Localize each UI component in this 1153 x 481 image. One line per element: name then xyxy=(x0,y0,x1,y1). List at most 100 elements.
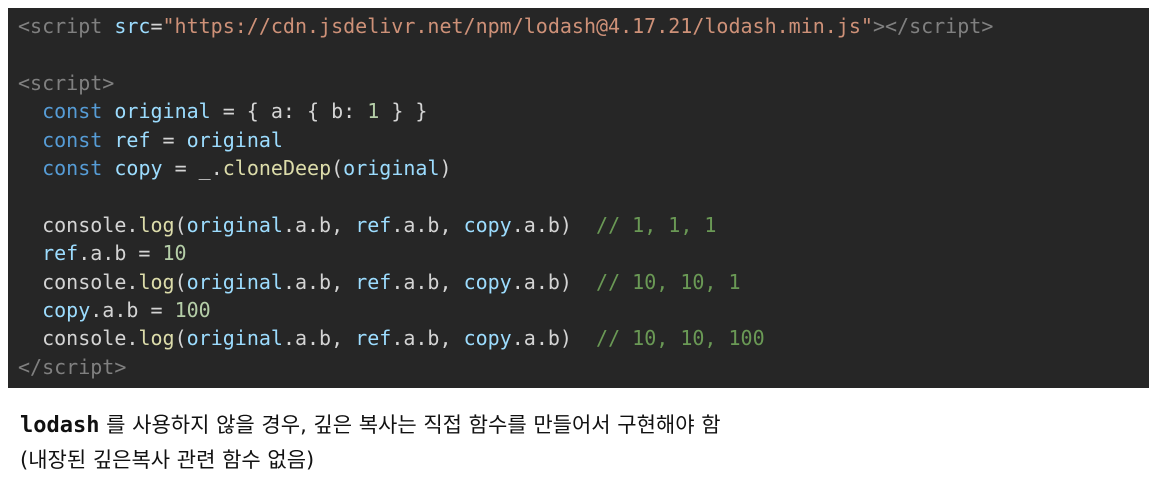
variable: copy xyxy=(463,269,512,294)
comment: // 10, 10, 1 xyxy=(596,269,741,294)
tag-name: script xyxy=(30,70,103,95)
variable: original xyxy=(186,269,283,294)
tag-name: script xyxy=(909,14,982,38)
caption-line-2: (내장된 깊은복사 관련 함수 없음) xyxy=(20,448,315,472)
keyword: const xyxy=(42,155,103,180)
variable: original xyxy=(186,127,283,152)
code-line-6: const copy = _.cloneDeep(original) xyxy=(18,154,1149,182)
code-line-12: console.log(original.a.b, ref.a.b, copy.… xyxy=(18,324,1149,352)
number: 10 xyxy=(162,241,187,266)
function-name: cloneDeep xyxy=(222,155,332,180)
comment: // 10, 10, 100 xyxy=(596,326,765,351)
tag-bracket: < xyxy=(18,14,31,38)
variable: copy xyxy=(463,326,512,351)
variable: original xyxy=(186,212,283,237)
variable: ref xyxy=(355,212,392,237)
variable: copy xyxy=(114,155,163,180)
code-text: .a.b, xyxy=(282,269,356,294)
code-text: .a.b) xyxy=(511,212,572,237)
variable: copy xyxy=(42,297,91,322)
code-text: = { a: { b: xyxy=(210,99,368,124)
code-text: = _. xyxy=(162,155,223,180)
code-text: .a.b, xyxy=(391,326,464,351)
function-name: log xyxy=(138,326,175,351)
variable: original xyxy=(186,326,283,351)
comment: // 1, 1, 1 xyxy=(596,212,717,237)
code-line-13: </script> xyxy=(18,353,1149,381)
variable: original xyxy=(343,155,440,180)
keyword: const xyxy=(42,99,103,124)
caption-code-word: lodash xyxy=(20,413,100,438)
caption: lodash 를 사용하지 않을 경우, 깊은 복사는 직접 함수를 만들어서 … xyxy=(20,408,721,477)
object-name: console xyxy=(42,326,127,351)
variable: original xyxy=(114,99,211,124)
object-name: console xyxy=(42,269,127,294)
code-line-3: <script> xyxy=(18,69,1149,97)
caption-line-1: lodash 를 사용하지 않을 경우, 깊은 복사는 직접 함수를 만들어서 … xyxy=(20,408,721,443)
variable: copy xyxy=(463,212,512,237)
code-line-1: <script src="https://cdn.jsdelivr.net/np… xyxy=(18,12,1149,40)
paren: ( xyxy=(174,326,187,351)
variable: ref xyxy=(355,269,392,294)
code-line-10: console.log(original.a.b, ref.a.b, copy.… xyxy=(18,268,1149,296)
code-line-9: ref.a.b = 10 xyxy=(18,239,1149,267)
code-text: = xyxy=(150,127,187,152)
object-name: console xyxy=(42,212,127,237)
dot: . xyxy=(126,212,139,237)
tag-name: script xyxy=(42,354,115,379)
caption-text: 를 사용하지 않을 경우, 깊은 복사는 직접 함수를 만들어서 구현해야 함 xyxy=(99,413,721,437)
paren: ) xyxy=(439,155,452,180)
paren: ( xyxy=(174,269,187,294)
dot: . xyxy=(126,269,139,294)
code-text: .a.b = xyxy=(78,241,163,266)
page: <script src="https://cdn.jsdelivr.net/np… xyxy=(0,0,1153,481)
attr-equals: = xyxy=(150,14,163,38)
code-text: .a.b, xyxy=(391,212,464,237)
code-line-4: const original = { a: { b: 1 } } xyxy=(18,97,1149,125)
tag-bracket: </ xyxy=(18,354,43,379)
keyword: const xyxy=(42,127,103,152)
variable: ref xyxy=(42,241,79,266)
code-block: <script src="https://cdn.jsdelivr.net/np… xyxy=(8,8,1149,388)
tag-bracket: ></ xyxy=(872,14,910,38)
tag-bracket: > xyxy=(114,354,127,379)
tag-bracket: < xyxy=(18,70,31,95)
paren: ( xyxy=(331,155,344,180)
number: 100 xyxy=(174,297,211,322)
code-text: .a.b = xyxy=(90,297,175,322)
code-text: .a.b, xyxy=(282,212,356,237)
attr-name: src xyxy=(114,14,151,38)
code-line-11: copy.a.b = 100 xyxy=(18,296,1149,324)
code-line-8: console.log(original.a.b, ref.a.b, copy.… xyxy=(18,211,1149,239)
attr-value: "https://cdn.jsdelivr.net/npm/lodash@4.1… xyxy=(162,14,873,38)
variable: ref xyxy=(355,326,392,351)
number: 1 xyxy=(367,99,380,124)
code-text: } } xyxy=(379,99,428,124)
code-text: .a.b) xyxy=(511,326,572,351)
code-text: .a.b, xyxy=(391,269,464,294)
code-line-5: const ref = original xyxy=(18,126,1149,154)
tag-name: script xyxy=(30,14,103,38)
code-text: .a.b) xyxy=(511,269,572,294)
tag-bracket: > xyxy=(981,14,994,38)
function-name: log xyxy=(138,212,175,237)
paren: ( xyxy=(174,212,187,237)
variable: ref xyxy=(114,127,151,152)
function-name: log xyxy=(138,269,175,294)
tag-bracket: > xyxy=(102,70,115,95)
dot: . xyxy=(126,326,139,351)
code-text: .a.b, xyxy=(282,326,356,351)
